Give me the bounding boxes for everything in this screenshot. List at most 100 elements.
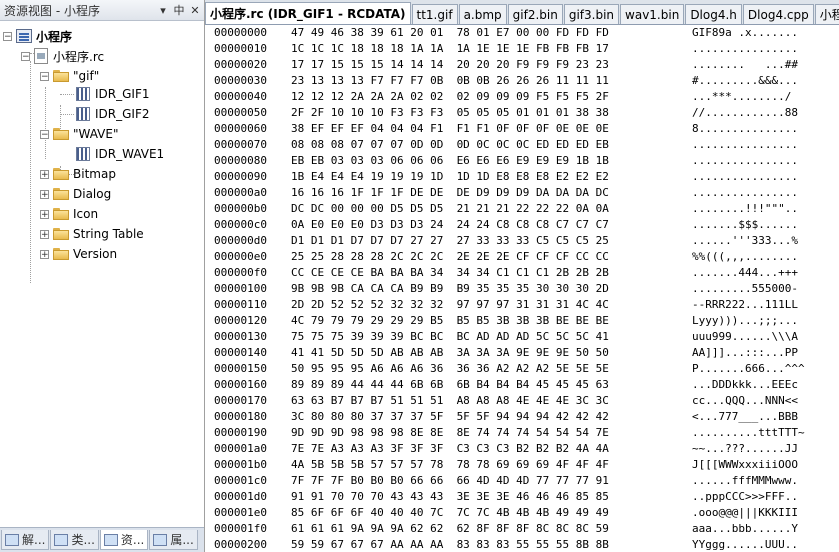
hex-ascii[interactable]: .........555000- — [692, 281, 798, 297]
hex-ascii[interactable]: ................ — [692, 169, 798, 185]
hex-ascii[interactable]: ................ — [692, 41, 798, 57]
hex-bytes[interactable]: 4A 5B 5B 5B 57 57 57 78 78 78 69 69 69 4… — [291, 457, 609, 473]
expand-icon[interactable]: + — [40, 209, 49, 219]
tree-item-rc[interactable]: − 小程序.rc — [21, 46, 104, 66]
hex-bytes[interactable]: 89 89 89 44 44 44 6B 6B 6B B4 B4 B4 45 4… — [291, 377, 609, 393]
hex-ascii[interactable]: .......444...+++ — [692, 265, 798, 281]
hex-bytes[interactable]: 59 59 67 67 67 AA AA AA 83 83 83 55 55 5… — [291, 537, 609, 552]
hex-bytes[interactable]: 1B E4 E4 E4 19 19 19 1D 1D 1D E8 E8 E8 E… — [291, 169, 609, 185]
hex-ascii[interactable]: ...DDDkkk...EEEc — [692, 377, 798, 393]
tree-item-string-table[interactable]: + String Table — [40, 224, 144, 244]
hex-bytes[interactable]: 85 6F 6F 6F 40 40 40 7C 7C 7C 4B 4B 4B 4… — [291, 505, 609, 521]
collapse-icon[interactable]: − — [21, 51, 30, 61]
pin-icon[interactable]: 中 — [172, 2, 186, 18]
hex-bytes[interactable]: 23 13 13 13 F7 F7 F7 0B 0B 0B 26 26 26 1… — [291, 73, 609, 89]
tab-wav1-bin[interactable]: wav1.bin — [620, 4, 685, 24]
hex-bytes[interactable]: DC DC 00 00 00 D5 D5 D5 21 21 21 22 22 2… — [291, 201, 609, 217]
hex-bytes[interactable]: 25 25 28 28 28 2C 2C 2C 2E 2E 2E CF CF C… — [291, 249, 609, 265]
hex-ascii[interactable]: GIF89a .x....... — [692, 25, 798, 41]
hex-bytes[interactable]: 17 17 15 15 15 14 14 14 20 20 20 F9 F9 F… — [291, 57, 609, 73]
hex-ascii[interactable]: ~~...???......JJ — [692, 441, 798, 457]
hex-bytes[interactable]: 63 63 B7 B7 B7 51 51 51 A8 A8 A8 4E 4E 4… — [291, 393, 609, 409]
hex-ascii[interactable]: aaa...bbb......Y — [692, 521, 798, 537]
hex-ascii[interactable]: //............88 — [692, 105, 798, 121]
hex-ascii[interactable]: ........ ...## — [692, 57, 798, 73]
tab-properties[interactable]: 属... — [149, 530, 198, 550]
hex-ascii[interactable]: YYggg......UUU.. — [692, 537, 798, 552]
hex-ascii[interactable]: ...***......../ — [692, 89, 791, 105]
hex-bytes[interactable]: 08 08 08 07 07 07 0D 0D 0D 0C 0C 0C ED E… — [291, 137, 609, 153]
tree-item-idr-gif2[interactable]: IDR_GIF2 — [76, 104, 150, 124]
hex-ascii[interactable]: ................ — [692, 185, 798, 201]
tree-item-icon[interactable]: + Icon — [40, 204, 98, 224]
hex-ascii[interactable]: ........!!!""".. — [692, 201, 798, 217]
hex-ascii[interactable]: %%(((,,,........ — [692, 249, 798, 265]
hex-ascii[interactable]: ..pppCCC>>>FFF.. — [692, 489, 798, 505]
hex-bytes[interactable]: 1C 1C 1C 18 18 18 1A 1A 1A 1E 1E 1E FB F… — [291, 41, 609, 57]
hex-bytes[interactable]: 12 12 12 2A 2A 2A 02 02 02 09 09 09 F5 F… — [291, 89, 609, 105]
tab-gif3-bin[interactable]: gif3.bin — [563, 4, 620, 24]
tree-item-idr-wave1[interactable]: IDR_WAVE1 — [76, 144, 164, 164]
tab-resource-view[interactable]: 资... — [99, 530, 149, 550]
hex-ascii[interactable]: uuu999......\\\A — [692, 329, 798, 345]
hex-ascii[interactable]: ................ — [692, 153, 798, 169]
hex-ascii[interactable]: .ooo@@@|||KKKIII — [692, 505, 798, 521]
hex-ascii[interactable]: P.......666...^^^ — [692, 361, 805, 377]
hex-ascii[interactable]: --RRR222...111LL — [692, 297, 798, 313]
tab-gif2-bin[interactable]: gif2.bin — [507, 4, 563, 24]
tree-item-dialog[interactable]: + Dialog — [40, 184, 111, 204]
hex-ascii[interactable]: .......$$$...... — [692, 217, 798, 233]
close-icon[interactable]: ✕ — [188, 4, 202, 17]
hex-ascii[interactable]: ..........tttTTT~ — [692, 425, 805, 441]
tab-dlog4-cpp[interactable]: Dlog4.cpp — [742, 4, 814, 24]
tree-item-wave-folder[interactable]: − "WAVE" — [40, 124, 118, 144]
hex-bytes[interactable]: 16 16 16 1F 1F 1F DE DE DE D9 D9 D9 DA D… — [291, 185, 609, 201]
collapse-icon[interactable]: − — [3, 31, 12, 41]
hex-bytes[interactable]: 47 49 46 38 39 61 20 01 78 01 E7 00 00 F… — [291, 25, 609, 41]
hex-bytes[interactable]: 4C 79 79 79 29 29 29 B5 B5 B5 3B 3B 3B B… — [291, 313, 609, 329]
hex-ascii[interactable]: cc...QQQ...NNN<< — [692, 393, 798, 409]
hex-bytes[interactable]: 3C 80 80 80 37 37 37 5F 5F 5F 94 94 94 4… — [291, 409, 609, 425]
hex-ascii[interactable]: #.........&&&... — [692, 73, 798, 89]
collapse-icon[interactable]: − — [40, 129, 49, 139]
hex-bytes[interactable]: 9D 9D 9D 98 98 98 8E 8E 8E 74 74 74 54 5… — [291, 425, 609, 441]
hex-ascii[interactable]: ................ — [692, 137, 798, 153]
hex-bytes[interactable]: 2D 2D 52 52 52 32 32 32 97 97 97 31 31 3… — [291, 297, 609, 313]
tree-item-idr-gif1[interactable]: IDR_GIF1 — [76, 84, 150, 104]
hex-editor[interactable]: 00000000 47 49 46 38 39 61 20 01 78 01 E7… — [205, 25, 839, 552]
tree-item-gif-folder[interactable]: − "gif" — [40, 66, 99, 86]
hex-ascii[interactable]: <...777___...BBB — [692, 409, 798, 425]
hex-bytes[interactable]: 75 75 75 39 39 39 BC BC BC AD AD AD 5C 5… — [291, 329, 609, 345]
tab-xiaochengxu[interactable]: 小程序 — [814, 4, 839, 24]
collapse-icon[interactable]: − — [40, 71, 49, 81]
tree-item-bitmap[interactable]: + Bitmap — [40, 164, 116, 184]
hex-ascii[interactable]: Lyyy)))...;;;... — [692, 313, 798, 329]
hex-bytes[interactable]: 9B 9B 9B CA CA CA B9 B9 B9 35 35 35 30 3… — [291, 281, 609, 297]
hex-bytes[interactable]: 41 41 5D 5D 5D AB AB AB 3A 3A 3A 9E 9E 9… — [291, 345, 609, 361]
tab-rc-idr-gif1[interactable]: 小程序.rc (IDR_GIF1 - RCDATA) — [205, 2, 411, 24]
hex-ascii[interactable]: ......'''333...% — [692, 233, 798, 249]
tab-tt1-gif[interactable]: tt1.gif — [411, 4, 458, 24]
hex-bytes[interactable]: 7E 7E A3 A3 A3 3F 3F 3F C3 C3 C3 B2 B2 B… — [291, 441, 609, 457]
hex-bytes[interactable]: D1 D1 D1 D7 D7 D7 27 27 27 33 33 33 C5 C… — [291, 233, 609, 249]
expand-icon[interactable]: + — [40, 169, 49, 179]
hex-bytes[interactable]: EB EB 03 03 03 06 06 06 E6 E6 E6 E9 E9 E… — [291, 153, 609, 169]
hex-bytes[interactable]: 50 95 95 95 A6 A6 A6 36 36 36 A2 A2 A2 5… — [291, 361, 609, 377]
hex-bytes[interactable]: 0A E0 E0 E0 D3 D3 D3 24 24 24 C8 C8 C8 C… — [291, 217, 609, 233]
hex-ascii[interactable]: J[[[WWWxxxiiiOOO — [692, 457, 798, 473]
hex-bytes[interactable]: 2F 2F 10 10 10 F3 F3 F3 05 05 05 01 01 0… — [291, 105, 609, 121]
expand-icon[interactable]: + — [40, 189, 49, 199]
hex-bytes[interactable]: 61 61 61 9A 9A 9A 62 62 62 8F 8F 8F 8C 8… — [291, 521, 609, 537]
tree-item-version[interactable]: + Version — [40, 244, 117, 264]
expand-icon[interactable]: + — [40, 229, 49, 239]
expand-icon[interactable]: + — [40, 249, 49, 259]
hex-bytes[interactable]: 38 EF EF EF 04 04 04 F1 F1 F1 0F 0F 0F 0… — [291, 121, 609, 137]
hex-bytes[interactable]: 91 91 70 70 70 43 43 43 3E 3E 3E 46 46 4… — [291, 489, 609, 505]
hex-bytes[interactable]: 7F 7F 7F B0 B0 B0 66 66 66 4D 4D 4D 77 7… — [291, 473, 609, 489]
tab-solution-explorer[interactable]: 解... — [1, 530, 50, 550]
dropdown-icon[interactable]: ▾ — [156, 4, 170, 17]
hex-ascii[interactable]: ......fffMMMwww. — [692, 473, 798, 489]
hex-ascii[interactable]: AA]]]...:::...PP — [692, 345, 798, 361]
hex-ascii[interactable]: 8............... — [692, 121, 798, 137]
tab-dlog4-h[interactable]: Dlog4.h — [685, 4, 742, 24]
